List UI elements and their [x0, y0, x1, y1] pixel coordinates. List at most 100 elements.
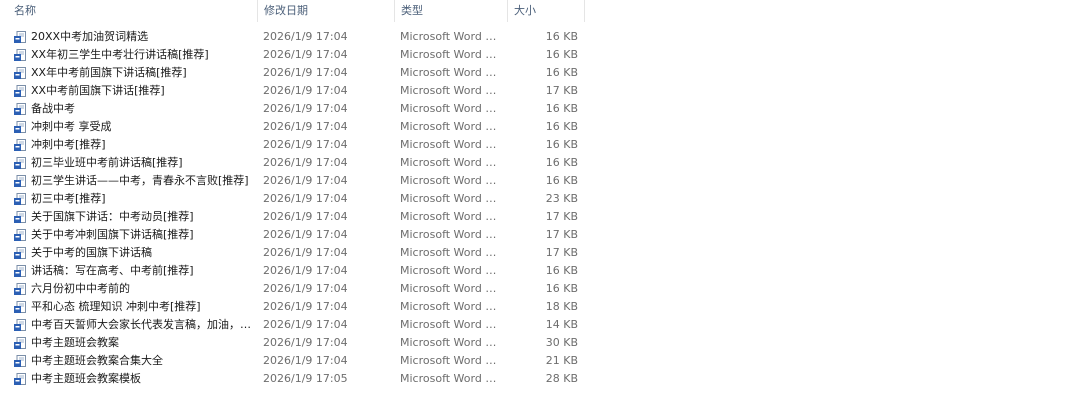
file-date: 2026/1/9 17:04 [263, 138, 348, 151]
file-row[interactable]: 平和心态 梳理知识 冲刺中考[推荐] 2026/1/9 17:04 Micros… [0, 298, 585, 316]
file-size: 16 KB [545, 264, 578, 277]
file-row[interactable]: 初三中考[推荐] 2026/1/9 17:04 Microsoft Word 文… [0, 190, 585, 208]
file-name: 冲刺中考[推荐] [31, 138, 106, 151]
file-type: Microsoft Word 文档 [400, 282, 502, 295]
file-date: 2026/1/9 17:05 [263, 372, 348, 385]
file-name: 关于中考冲刺国旗下讲话稿[推荐] [31, 228, 194, 241]
file-name: 初三中考[推荐] [31, 192, 106, 205]
word-document-icon [14, 31, 26, 43]
file-row[interactable]: 备战中考 2026/1/9 17:04 Microsoft Word 文档 16… [0, 100, 585, 118]
file-date: 2026/1/9 17:04 [263, 300, 348, 313]
file-row[interactable]: 20XX中考加油贺词精选 2026/1/9 17:04 Microsoft Wo… [0, 28, 585, 46]
file-size: 17 KB [545, 84, 578, 97]
file-size: 30 KB [545, 336, 578, 349]
word-document-icon [14, 337, 26, 349]
file-row[interactable]: 冲刺中考 享受成 2026/1/9 17:04 Microsoft Word 文… [0, 118, 585, 136]
file-type: Microsoft Word 文档 [400, 318, 502, 331]
word-document-icon [14, 265, 26, 277]
file-name: XX年初三学生中考壮行讲话稿[推荐] [31, 48, 209, 61]
word-document-icon [14, 139, 26, 151]
file-row[interactable]: 六月份初中中考前的 2026/1/9 17:04 Microsoft Word … [0, 280, 585, 298]
file-row[interactable]: 关于中考的国旗下讲话稿 2026/1/9 17:04 Microsoft Wor… [0, 244, 585, 262]
file-name: 20XX中考加油贺词精选 [31, 30, 149, 43]
file-type: Microsoft Word 文档 [400, 138, 502, 151]
file-type: Microsoft Word 文档 [400, 210, 502, 223]
file-name: 初三毕业班中考前讲话稿[推荐] [31, 156, 183, 169]
file-size: 16 KB [545, 30, 578, 43]
word-document-icon [14, 175, 26, 187]
file-type: Microsoft Word 文档 [400, 192, 502, 205]
file-size: 16 KB [545, 120, 578, 133]
file-type: Microsoft Word 文档 [400, 30, 502, 43]
file-row[interactable]: 中考主题班会教案模板 2026/1/9 17:05 Microsoft Word… [0, 370, 585, 388]
file-name: 中考主题班会教案模板 [31, 372, 141, 385]
file-date: 2026/1/9 17:04 [263, 120, 348, 133]
file-size: 28 KB [545, 372, 578, 385]
file-type: Microsoft Word 97 ... [400, 354, 502, 367]
file-size: 16 KB [545, 66, 578, 79]
file-date: 2026/1/9 17:04 [263, 84, 348, 97]
file-row[interactable]: XX年初三学生中考壮行讲话稿[推荐] 2026/1/9 17:04 Micros… [0, 46, 585, 64]
column-header-name[interactable]: 名称 [0, 0, 258, 22]
file-name: 初三学生讲话——中考，青春永不言败[推荐] [31, 174, 249, 187]
word-document-icon [14, 301, 26, 313]
word-document-icon [14, 85, 26, 97]
file-type: Microsoft Word 文档 [400, 84, 502, 97]
file-date: 2026/1/9 17:04 [263, 156, 348, 169]
file-name: 平和心态 梳理知识 冲刺中考[推荐] [31, 300, 201, 313]
file-row[interactable]: 关于中考冲刺国旗下讲话稿[推荐] 2026/1/9 17:04 Microsof… [0, 226, 585, 244]
file-row[interactable]: 讲话稿：写在高考、中考前[推荐] 2026/1/9 17:04 Microsof… [0, 262, 585, 280]
file-type: Microsoft Word 文档 [400, 48, 502, 61]
file-date: 2026/1/9 17:04 [263, 66, 348, 79]
file-row[interactable]: 初三学生讲话——中考，青春永不言败[推荐] 2026/1/9 17:04 Mic… [0, 172, 585, 190]
file-type: Microsoft Word 文档 [400, 228, 502, 241]
file-name: 关于国旗下讲话：中考动员[推荐] [31, 210, 194, 223]
file-type: Microsoft Word 文档 [400, 300, 502, 313]
file-row[interactable]: 中考百天誓师大会家长代表发言稿，加油，孩子... 2026/1/9 17:04 … [0, 316, 585, 334]
file-size: 16 KB [545, 174, 578, 187]
file-name: XX年中考前国旗下讲话稿[推荐] [31, 66, 187, 79]
file-date: 2026/1/9 17:04 [263, 48, 348, 61]
file-type: Microsoft Word 文档 [400, 264, 502, 277]
file-size: 16 KB [545, 48, 578, 61]
file-date: 2026/1/9 17:04 [263, 264, 348, 277]
column-header-type[interactable]: 类型 [395, 0, 508, 22]
word-document-icon [14, 49, 26, 61]
file-type: Microsoft Word 文档 [400, 66, 502, 79]
file-type: Microsoft Word 文档 [400, 336, 502, 349]
file-name: 六月份初中中考前的 [31, 282, 130, 295]
file-list: 20XX中考加油贺词精选 2026/1/9 17:04 Microsoft Wo… [0, 28, 585, 388]
file-type: Microsoft Word 文档 [400, 246, 502, 259]
file-size: 14 KB [545, 318, 578, 331]
word-document-icon [14, 373, 26, 385]
word-document-icon [14, 319, 26, 331]
file-type: Microsoft Word 文档 [400, 174, 502, 187]
file-size: 18 KB [545, 300, 578, 313]
file-name: 中考主题班会教案 [31, 336, 119, 349]
file-date: 2026/1/9 17:04 [263, 282, 348, 295]
file-row[interactable]: XX中考前国旗下讲话[推荐] 2026/1/9 17:04 Microsoft … [0, 82, 585, 100]
file-name: 中考百天誓师大会家长代表发言稿，加油，孩子... [31, 318, 255, 331]
column-header-date[interactable]: 修改日期 [258, 0, 395, 22]
file-name: 备战中考 [31, 102, 75, 115]
file-date: 2026/1/9 17:04 [263, 174, 348, 187]
file-date: 2026/1/9 17:04 [263, 354, 348, 367]
file-size: 16 KB [545, 156, 578, 169]
file-row[interactable]: 中考主题班会教案 2026/1/9 17:04 Microsoft Word 文… [0, 334, 585, 352]
file-row[interactable]: 冲刺中考[推荐] 2026/1/9 17:04 Microsoft Word 文… [0, 136, 585, 154]
word-document-icon [14, 67, 26, 79]
file-size: 16 KB [545, 282, 578, 295]
column-header-bar: ^ 名称 修改日期 类型 大小 [0, 0, 585, 22]
word-document-icon [14, 211, 26, 223]
column-header-size[interactable]: 大小 [508, 0, 585, 22]
file-row[interactable]: 关于国旗下讲话：中考动员[推荐] 2026/1/9 17:04 Microsof… [0, 208, 585, 226]
file-row[interactable]: 中考主题班会教案合集大全 2026/1/9 17:04 Microsoft Wo… [0, 352, 585, 370]
file-name: 冲刺中考 享受成 [31, 120, 112, 133]
file-type: Microsoft Word 文档 [400, 120, 502, 133]
file-date: 2026/1/9 17:04 [263, 30, 348, 43]
file-size: 23 KB [545, 192, 578, 205]
file-row[interactable]: XX年中考前国旗下讲话稿[推荐] 2026/1/9 17:04 Microsof… [0, 64, 585, 82]
word-document-icon [14, 193, 26, 205]
file-row[interactable]: 初三毕业班中考前讲话稿[推荐] 2026/1/9 17:04 Microsoft… [0, 154, 585, 172]
file-size: 17 KB [545, 210, 578, 223]
